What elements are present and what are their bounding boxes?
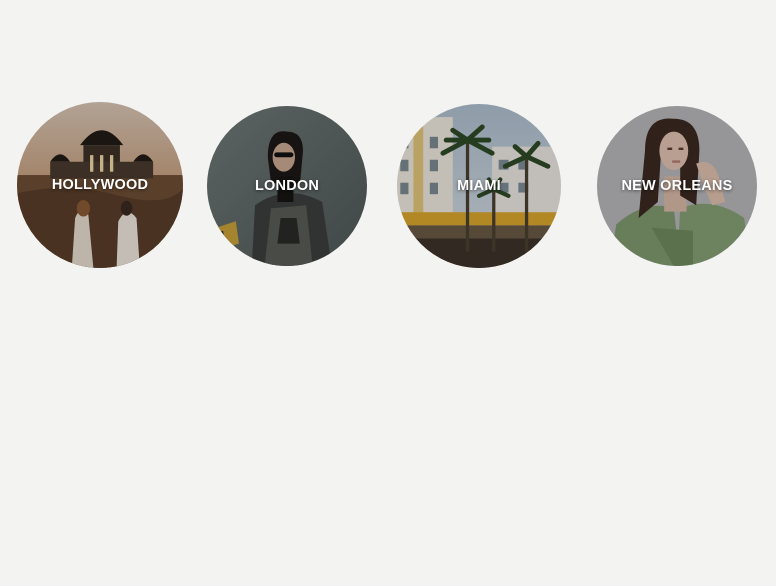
city-collection-page: HOLLYWOOD LONDON MIAMI NEW ORLEANS [0,0,776,586]
city-label: MIAMI [457,178,501,194]
city-card-hollywood[interactable]: HOLLYWOOD [17,102,183,268]
city-label: NEW ORLEANS [621,178,733,194]
city-card-london[interactable]: LONDON [207,106,367,266]
city-label: HOLLYWOOD [51,177,149,193]
city-card-miami[interactable]: MIAMI [397,104,561,268]
city-card-new-orleans[interactable]: NEW ORLEANS [597,106,757,266]
city-label: LONDON [254,178,320,194]
